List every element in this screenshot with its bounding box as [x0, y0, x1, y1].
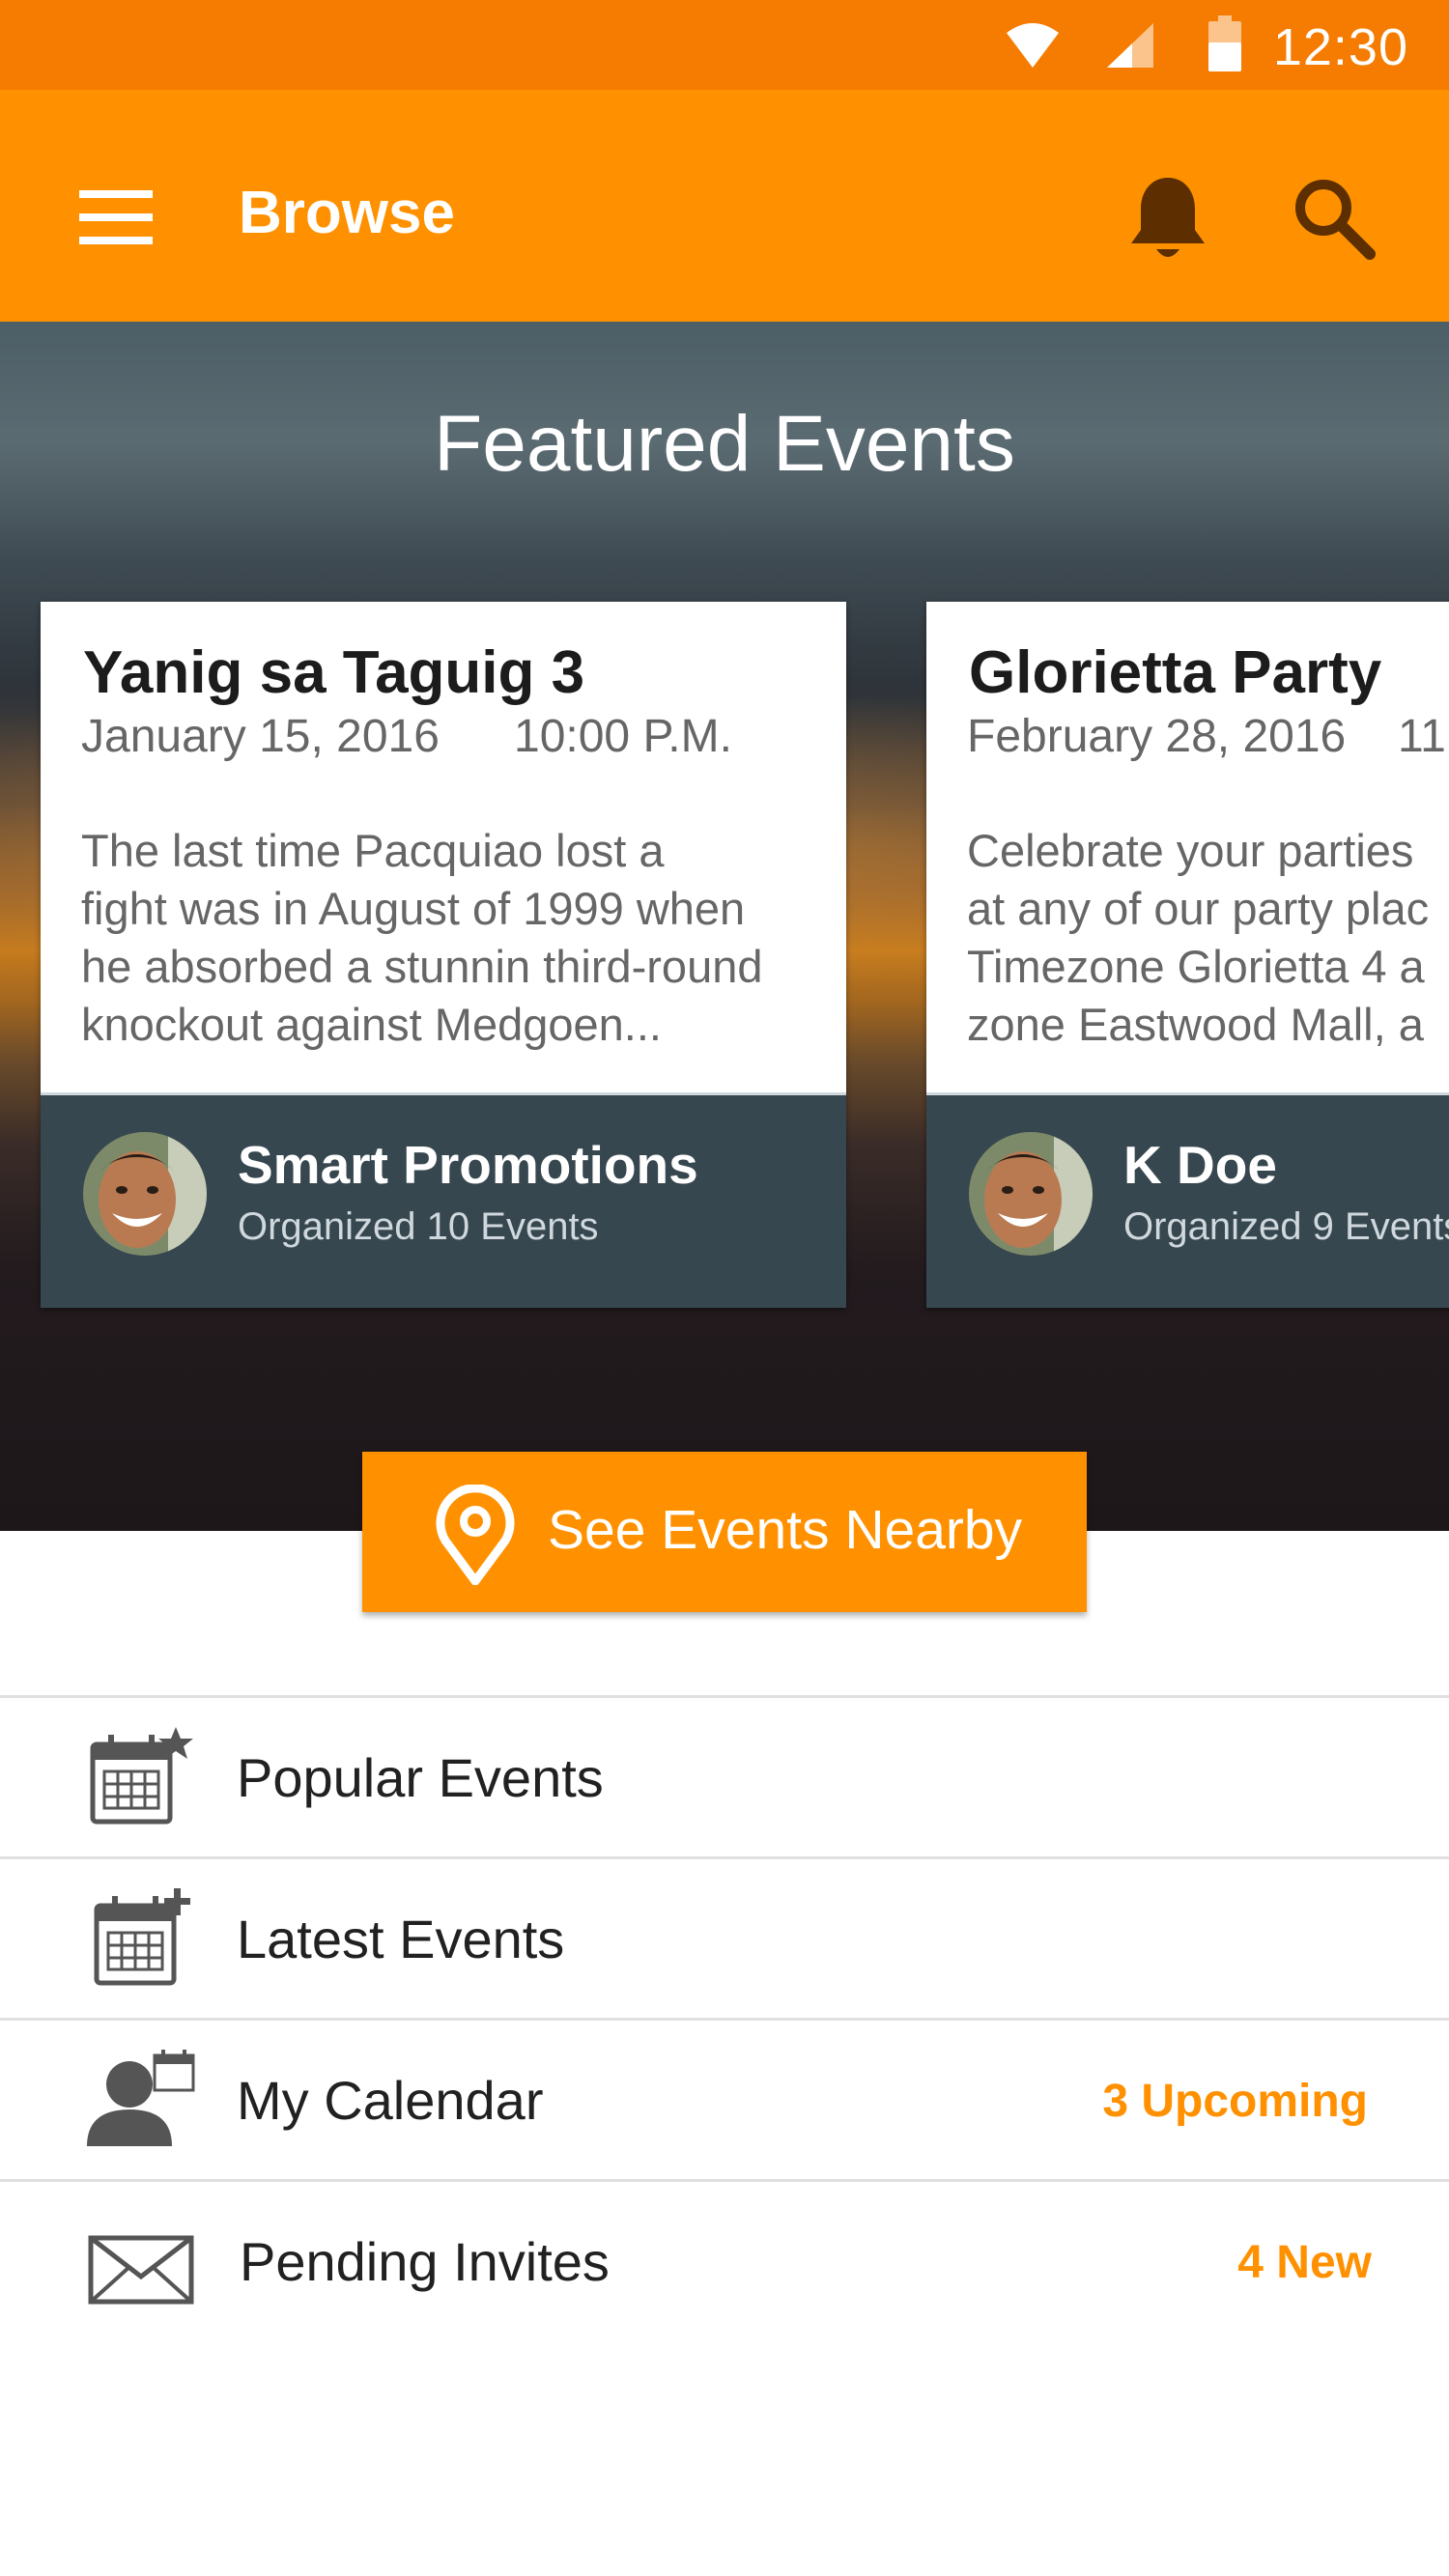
organizer-footer: K Doe Organized 9 Events	[926, 1092, 1449, 1308]
organizer-event-count: Organized 10 Events	[238, 1205, 599, 1248]
organizer-name: Smart Promotions	[238, 1135, 698, 1195]
signal-icon	[1107, 23, 1153, 68]
event-time: 11	[1398, 711, 1446, 762]
featured-events-section: Featured Events Yanig sa Taguig 3 Januar…	[0, 322, 1449, 1531]
featured-event-card[interactable]: Yanig sa Taguig 3 January 15, 2016 10:00…	[41, 602, 846, 1308]
featured-event-card[interactable]: Glorietta Party February 28, 2016 11 Cel…	[926, 602, 1449, 1308]
avatar[interactable]	[83, 1132, 207, 1256]
menu-item-label: Latest Events	[237, 1909, 565, 1969]
calendar-star-icon	[90, 1727, 193, 1825]
notification-bell-icon[interactable]	[1125, 174, 1210, 263]
wifi-icon	[1007, 23, 1059, 68]
avatar[interactable]	[969, 1132, 1093, 1256]
event-title: Yanig sa Taguig 3	[83, 639, 585, 706]
upcoming-count-badge: 3 Upcoming	[1102, 2076, 1368, 2127]
menu-item-my-calendar[interactable]: My Calendar 3 Upcoming	[0, 2018, 1449, 2179]
search-icon[interactable]	[1291, 175, 1376, 260]
event-description: The last time Pacquiao lost a fight was …	[81, 825, 763, 1050]
event-title: Glorietta Party	[969, 639, 1382, 706]
see-events-nearby-button[interactable]: See Events Nearby	[362, 1452, 1087, 1612]
menu-item-label: Pending Invites	[240, 2231, 610, 2292]
status-bar: 12:30	[0, 0, 1449, 90]
menu-item-latest-events[interactable]: Latest Events	[0, 1856, 1449, 2018]
see-events-nearby-label: See Events Nearby	[548, 1499, 1023, 1561]
new-invites-badge: 4 New	[1237, 2237, 1372, 2288]
menu-item-label: Popular Events	[237, 1747, 604, 1808]
calendar-plus-icon	[94, 1888, 190, 1986]
app-bar: Browse	[0, 90, 1449, 322]
battery-icon	[1208, 15, 1241, 71]
location-pin-icon	[436, 1485, 515, 1585]
organizer-event-count: Organized 9 Events	[1123, 1205, 1449, 1248]
page-title: Browse	[239, 180, 455, 246]
menu-item-popular-events[interactable]: Popular Events	[0, 1695, 1449, 1856]
hamburger-menu-icon[interactable]	[79, 190, 153, 244]
featured-events-title: Featured Events	[434, 400, 1015, 488]
event-date: January 15, 2016	[81, 711, 440, 762]
person-calendar-icon	[87, 2050, 195, 2146]
menu-item-pending-invites[interactable]: Pending Invites 4 New	[0, 2179, 1449, 2340]
envelope-icon	[88, 2235, 194, 2305]
menu-item-label: My Calendar	[237, 2070, 544, 2131]
organizer-footer: Smart Promotions Organized 10 Events	[41, 1092, 846, 1308]
event-time: 10:00 P.M.	[514, 711, 732, 762]
status-time: 12:30	[1272, 18, 1408, 76]
organizer-name: K Doe	[1123, 1135, 1277, 1195]
event-date: February 28, 2016	[967, 711, 1347, 762]
event-description: Celebrate your parties at any of our par…	[967, 825, 1430, 1050]
